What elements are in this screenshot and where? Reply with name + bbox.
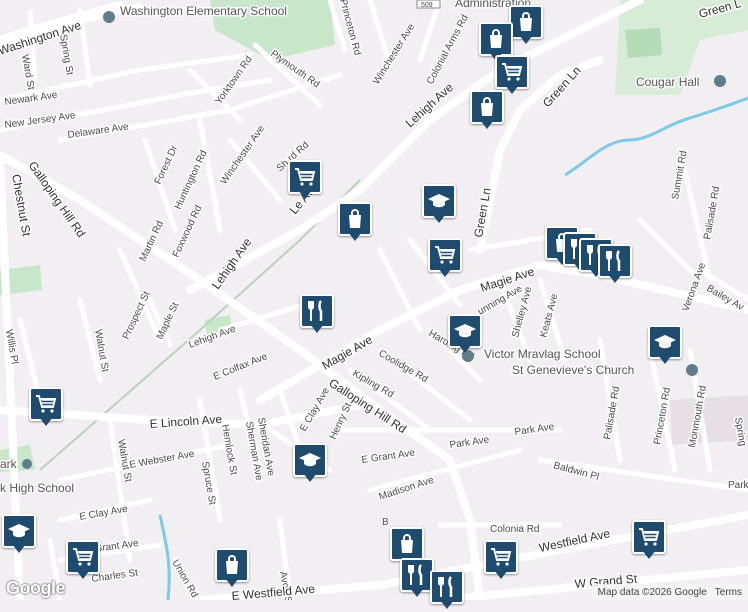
map-marker-school-2[interactable] bbox=[448, 314, 482, 356]
terms-link[interactable]: Terms bbox=[715, 587, 742, 598]
street-label: Park bbox=[728, 480, 748, 491]
attribution-bar: Map data ©2026 Google Terms bbox=[591, 584, 748, 600]
poi-label: ark bbox=[0, 457, 18, 471]
map-canvas[interactable]: Washington Ave Princeton Rd Spring St Wa… bbox=[0, 0, 748, 600]
restaurant-icon bbox=[435, 575, 459, 599]
street-label: Verona Ave bbox=[680, 261, 708, 313]
map-marker-cart-7[interactable] bbox=[632, 520, 666, 562]
street-label: Newark Ave bbox=[4, 90, 59, 108]
poi-label: Washington Elementary School bbox=[120, 4, 287, 18]
map-marker-shop-1[interactable] bbox=[509, 5, 543, 47]
shopping-bag-icon bbox=[220, 553, 244, 577]
street-label: Spring St bbox=[57, 34, 75, 77]
street-label: Magie Ave bbox=[320, 332, 376, 372]
street-label: B bbox=[382, 517, 389, 528]
shopping-cart-icon bbox=[500, 60, 524, 84]
shopping-cart-icon bbox=[637, 525, 661, 549]
street-label: Lehigh Ave bbox=[209, 235, 255, 292]
shopping-bag-icon bbox=[395, 532, 419, 556]
map-marker-rest-5[interactable] bbox=[400, 558, 434, 600]
shopping-cart-icon bbox=[71, 545, 95, 569]
map-marker-rest-4[interactable] bbox=[300, 294, 334, 336]
google-logo[interactable]: Google bbox=[6, 578, 66, 599]
poi-label: Cougar Hall bbox=[636, 75, 699, 89]
graduation-cap-icon bbox=[427, 189, 451, 213]
shopping-cart-icon bbox=[293, 165, 317, 189]
shopping-bag-icon bbox=[514, 10, 538, 34]
street-label: Coolidge Rd bbox=[377, 348, 430, 385]
street-label: Park Ave bbox=[514, 421, 555, 437]
route-label: 509 bbox=[421, 2, 433, 9]
street-label: E Webster Ave bbox=[129, 449, 196, 471]
shopping-cart-icon bbox=[433, 243, 457, 267]
street-label: Huntington Rd bbox=[173, 149, 210, 212]
shopping-cart-icon bbox=[489, 545, 513, 569]
street-label: New Jersey Ave bbox=[4, 110, 77, 131]
street-label: Forest Dr bbox=[153, 143, 181, 186]
map-marker-school-4[interactable] bbox=[293, 443, 327, 485]
map-marker-rest-6[interactable] bbox=[430, 570, 464, 612]
stream bbox=[564, 96, 748, 177]
shopping-bag-icon bbox=[475, 95, 499, 119]
street-label: E Clay Ave bbox=[79, 504, 129, 523]
graduation-cap-icon bbox=[453, 319, 477, 343]
street-label: Chestnut St bbox=[9, 173, 34, 238]
map-marker-cart-3[interactable] bbox=[428, 238, 462, 280]
shopping-cart-icon bbox=[34, 392, 58, 416]
map-marker-cart-6[interactable] bbox=[484, 540, 518, 582]
shopping-bag-icon bbox=[343, 207, 367, 231]
street-label: Palisade Rd bbox=[702, 186, 722, 241]
street-label: Colonia Rd bbox=[490, 524, 539, 535]
street-label: Hemlock St bbox=[219, 424, 239, 476]
street-label: Delaware Ave bbox=[67, 121, 130, 141]
church-poi-icon bbox=[686, 364, 698, 376]
map-marker-school-1[interactable] bbox=[422, 184, 456, 226]
stream bbox=[158, 514, 171, 600]
map-marker-cart-4[interactable] bbox=[29, 387, 63, 429]
map-marker-cart-2[interactable] bbox=[288, 160, 322, 202]
map-data-text: Map data ©2026 Google bbox=[597, 586, 707, 598]
street-label: Union Rd bbox=[169, 558, 199, 600]
street-label: E Colfax Ave bbox=[212, 351, 269, 383]
restaurant-icon bbox=[405, 563, 429, 587]
restaurant-icon bbox=[305, 299, 329, 323]
street-label: Palisade Rd bbox=[602, 386, 622, 441]
map-marker-cart-5[interactable] bbox=[66, 540, 100, 582]
map-marker-school-3[interactable] bbox=[648, 325, 682, 367]
park-area bbox=[625, 28, 662, 58]
graduation-cap-icon bbox=[653, 330, 677, 354]
school-poi-icon bbox=[714, 75, 726, 87]
street-label: Spruce St bbox=[199, 461, 217, 506]
map-marker-rest-3[interactable] bbox=[598, 244, 632, 286]
poi-label: k High School bbox=[0, 481, 74, 495]
map-marker-shop-4[interactable] bbox=[338, 202, 372, 244]
street-label: E Lincoln Ave bbox=[149, 412, 223, 431]
map-marker-school-5[interactable] bbox=[2, 514, 36, 556]
poi-label: St Genevieve's Church bbox=[512, 363, 634, 377]
shopping-bag-icon bbox=[484, 27, 508, 51]
google-logo-text: Google bbox=[6, 578, 66, 598]
map-marker-shop-6[interactable] bbox=[215, 548, 249, 590]
map-marker-shop-3[interactable] bbox=[470, 90, 504, 132]
poi-label: Victor Mravlag School bbox=[484, 347, 601, 361]
street-label: E Grant Ave bbox=[361, 448, 416, 466]
street-label: Park Ave bbox=[449, 434, 490, 450]
graduation-cap-icon bbox=[7, 519, 31, 543]
restaurant-icon bbox=[603, 249, 627, 273]
school-poi-icon bbox=[103, 11, 115, 23]
graduation-cap-icon bbox=[298, 448, 322, 472]
street-label: Yorktown Rd bbox=[213, 54, 254, 106]
park-poi-icon bbox=[22, 459, 32, 469]
